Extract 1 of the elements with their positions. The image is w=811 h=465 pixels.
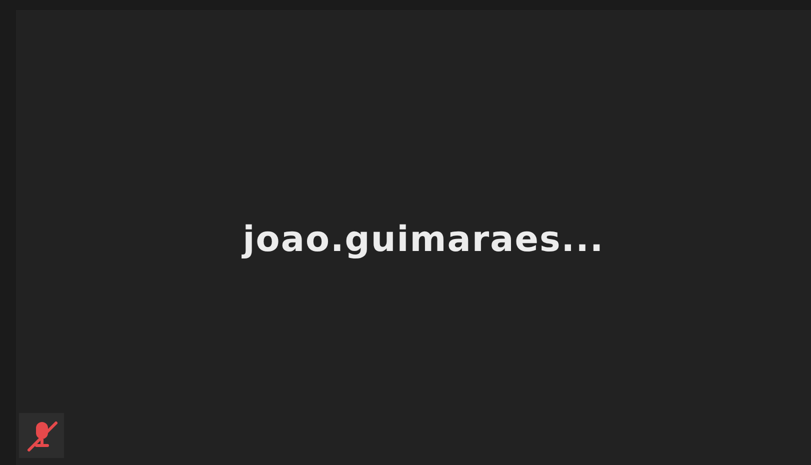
participant-name: joao.guimaraes... bbox=[242, 220, 604, 260]
